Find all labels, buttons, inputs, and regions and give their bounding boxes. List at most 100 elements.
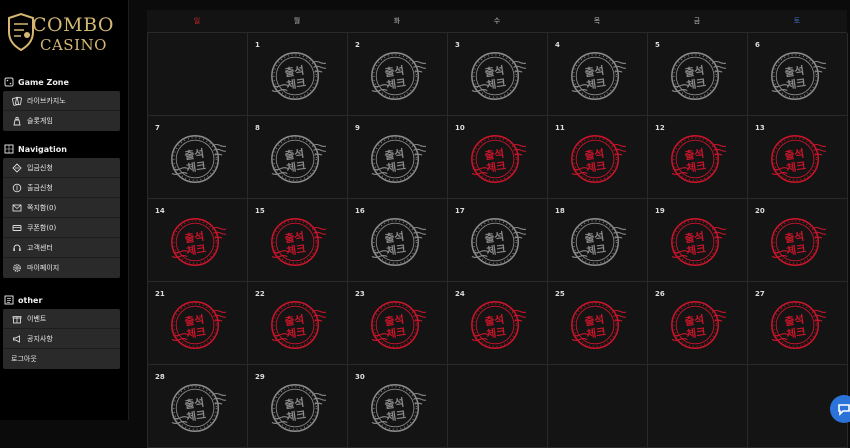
attendance-stamp-unchecked: 출석체크 xyxy=(371,135,426,183)
calendar-day-cell: 18 출석 체크 xyxy=(548,199,648,282)
calendar-day-cell: 1 출석 체크 xyxy=(248,33,348,116)
day-number: 6 xyxy=(755,41,760,49)
stamp-text-line2: 체크 xyxy=(386,242,407,258)
menu-item-messages[interactable]: 쪽지함(0) xyxy=(3,198,120,218)
weekday-sat: 토 xyxy=(793,17,801,25)
stamp-text-line2: 체크 xyxy=(786,242,807,258)
stamp-text-line2: 체크 xyxy=(586,159,607,175)
attendance-stamp-unchecked: 출석체크 xyxy=(471,218,526,266)
stamp-text-line2: 체크 xyxy=(686,159,707,175)
stamp-text-line2: 체크 xyxy=(286,242,307,258)
calendar-day-cell: 30 출석 체크 xyxy=(348,365,448,448)
attendance-stamp-unchecked: 출석체크 xyxy=(471,52,526,100)
day-number: 20 xyxy=(755,207,765,215)
day-number: 14 xyxy=(155,207,165,215)
attendance-stamp-checked: 출석체크 xyxy=(671,218,726,266)
day-number: 11 xyxy=(555,124,565,132)
stamp-text-line2: 체크 xyxy=(586,76,607,92)
weekday-sun: 일 xyxy=(193,17,201,25)
calendar-day-cell: 19 출석 체크 xyxy=(648,199,748,282)
stamp-text-line2: 체크 xyxy=(186,159,207,175)
calendar-empty-cell xyxy=(448,365,548,448)
attendance-stamp-checked: 출석체크 xyxy=(471,301,526,349)
calendar-day-cell: 9 출석 체크 xyxy=(348,116,448,199)
menu-item-notice[interactable]: 공지사항 xyxy=(3,329,120,349)
menu-item-event[interactable]: 이벤트 xyxy=(3,309,120,329)
stamp-text-line2: 체크 xyxy=(686,242,707,258)
stamp-text-line2: 체크 xyxy=(186,408,207,424)
calendar-empty-cell xyxy=(148,33,248,116)
day-number: 9 xyxy=(355,124,360,132)
weekday-mon: 월 xyxy=(293,17,301,25)
menu-item-coupons[interactable]: 쿠폰함(0) xyxy=(3,218,120,238)
sidebar: COMBO CASINO Game Zone 라이브카지노 슬롯게임 Navig… xyxy=(0,0,129,420)
stamp-text-line2: 체크 xyxy=(286,325,307,341)
section-title-game-zone: Game Zone xyxy=(4,77,69,87)
calendar-day-cell: 25 출석 체크 xyxy=(548,282,648,365)
attendance-stamp-unchecked: 출석체크 xyxy=(271,52,326,100)
day-number: 22 xyxy=(255,290,265,298)
stamp-text-line2: 체크 xyxy=(386,408,407,424)
attendance-stamp-checked: 출석체크 xyxy=(571,135,626,183)
headset-icon xyxy=(13,244,21,251)
withdraw-icon xyxy=(12,183,22,192)
weekday-tue: 화 xyxy=(393,17,401,25)
weekday-fri: 금 xyxy=(693,17,701,25)
menu-item-withdraw[interactable]: 출금신청 xyxy=(3,178,120,198)
brand-logo[interactable]: COMBO CASINO xyxy=(6,10,124,62)
stamp-text-line2: 체크 xyxy=(586,242,607,258)
attendance-stamp-unchecked: 출석체크 xyxy=(171,135,226,183)
menu-item-mypage[interactable]: 마이페이지 xyxy=(3,258,120,278)
slot-icon xyxy=(13,116,21,126)
cards-icon xyxy=(12,96,22,106)
attendance-stamp-unchecked: 출석체크 xyxy=(571,52,626,100)
stamp-text-line2: 체크 xyxy=(786,76,807,92)
weekday-thu: 목 xyxy=(593,17,601,25)
chat-button[interactable] xyxy=(830,395,850,423)
calendar-day-cell: 13 출석 체크 xyxy=(748,116,848,199)
menu-item-slot-game[interactable]: 슬롯게임 xyxy=(3,111,120,131)
calendar-empty-cell xyxy=(648,365,748,448)
stamp-text-line2: 체크 xyxy=(686,76,707,92)
megaphone-icon xyxy=(13,334,20,343)
calendar-day-cell: 26 출석 체크 xyxy=(648,282,748,365)
calendar-day-cell: 22 출석 체크 xyxy=(248,282,348,365)
calendar-day-cell: 5 출석 체크 xyxy=(648,33,748,116)
gift-icon xyxy=(12,315,22,323)
stamp-text-line2: 체크 xyxy=(686,325,707,341)
menu-item-live-casino[interactable]: 라이브카지노 xyxy=(3,91,120,111)
calendar-day-cell: 10 출석 체크 xyxy=(448,116,548,199)
stamp-text-line2: 체크 xyxy=(186,325,207,341)
day-number: 12 xyxy=(655,124,665,132)
calendar-day-cell: 29 출석 체크 xyxy=(248,365,348,448)
attendance-stamp-checked: 출석체크 xyxy=(771,301,826,349)
day-number: 24 xyxy=(455,290,465,298)
attendance-stamp-checked: 출석체크 xyxy=(171,218,226,266)
attendance-stamp-unchecked: 출석체크 xyxy=(371,52,426,100)
attendance-stamp-unchecked: 출석체크 xyxy=(271,384,326,432)
attendance-stamp-unchecked: 출석체크 xyxy=(371,218,426,266)
stamp-text-line2: 체크 xyxy=(486,242,507,258)
deposit-icon xyxy=(12,162,22,173)
attendance-stamp-unchecked: 출석체크 xyxy=(271,135,326,183)
day-number: 16 xyxy=(355,207,365,215)
brand-line2: CASINO xyxy=(40,36,107,54)
day-number: 29 xyxy=(255,373,265,381)
mail-icon xyxy=(12,204,22,211)
menu-item-support[interactable]: 고객센터 xyxy=(3,238,120,258)
attendance-stamp-unchecked: 출석체크 xyxy=(171,384,226,432)
attendance-stamp-checked: 출석체크 xyxy=(771,218,826,266)
attendance-stamp-unchecked: 출석체크 xyxy=(371,384,426,432)
calendar-day-cell: 24 출석 체크 xyxy=(448,282,548,365)
menu-item-deposit[interactable]: 입금신청 xyxy=(3,158,120,178)
attendance-stamp-unchecked: 출석체크 xyxy=(771,52,826,100)
day-number: 1 xyxy=(255,41,260,49)
calendar-day-cell: 6 출석 체크 xyxy=(748,33,848,116)
calendar-day-cell: 14 출석 체크 xyxy=(148,199,248,282)
menu-item-logout[interactable]: 로그아웃 xyxy=(3,349,120,369)
calendar-day-cell: 4 출석 체크 xyxy=(548,33,648,116)
attendance-stamp-checked: 출석체크 xyxy=(271,218,326,266)
attendance-stamp-checked: 출석체크 xyxy=(771,135,826,183)
attendance-stamp-unchecked: 출석체크 xyxy=(571,218,626,266)
day-number: 15 xyxy=(255,207,265,215)
